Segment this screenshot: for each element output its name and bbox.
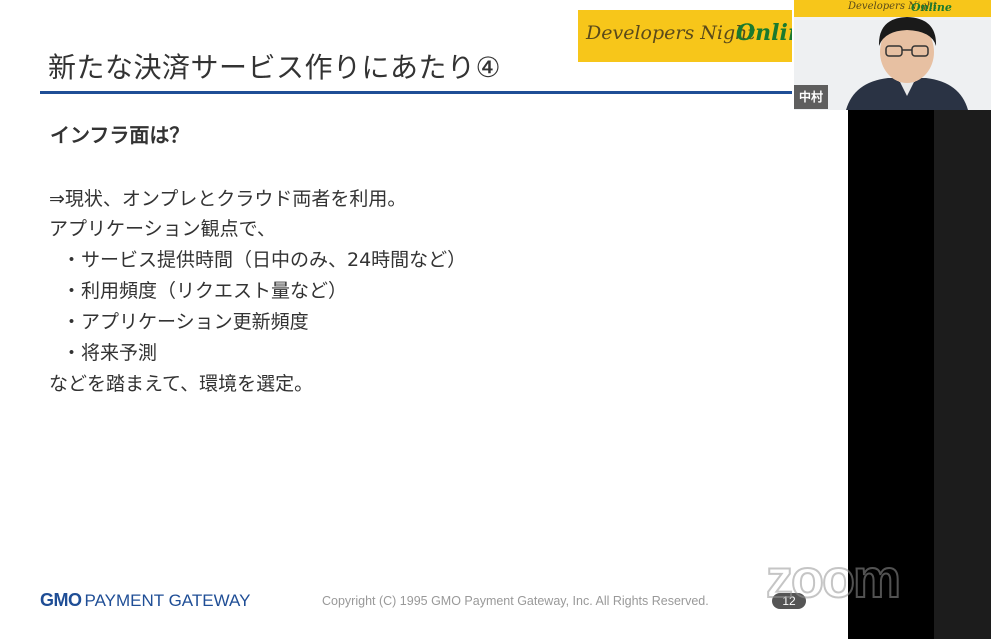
participant-name-label: 中村 [794,85,828,109]
body-line: アプリケーション観点で、 [49,218,276,240]
zoom-watermark: zoom [765,548,902,610]
bullet-item: ・アプリケーション更新頻度 [62,311,309,333]
logo-gmo-text: GMO [40,590,82,610]
logo-name-text: PAYMENT GATEWAY [84,591,251,610]
event-banner-name: Developers Night [586,22,755,44]
section-heading: インフラ面は？ [50,123,190,147]
bullet-item: ・将来予測 [62,342,158,364]
copyright-text: Copyright (C) 1995 GMO Payment Gateway, … [322,594,709,608]
presentation-slide: 新たな決済サービス作りにあたり④ Developers Night Online… [0,0,848,639]
company-logo: GMO PAYMENT GATEWAY [40,590,250,614]
bullet-item: ・サービス提供時間（日中のみ、24時間など） [62,249,467,271]
body-line: ⇒現状、オンプレとクラウド両者を利用。 [49,188,407,210]
event-banner: Developers Night Online [578,10,792,62]
body-line: などを踏まえて、環境を選定。 [49,373,314,395]
bullet-item: ・利用頻度（リクエスト量など） [62,280,348,302]
title-divider [40,91,792,94]
event-banner-online: Online [736,20,792,46]
slide-title: 新たな決済サービス作りにあたり④ [48,51,502,84]
